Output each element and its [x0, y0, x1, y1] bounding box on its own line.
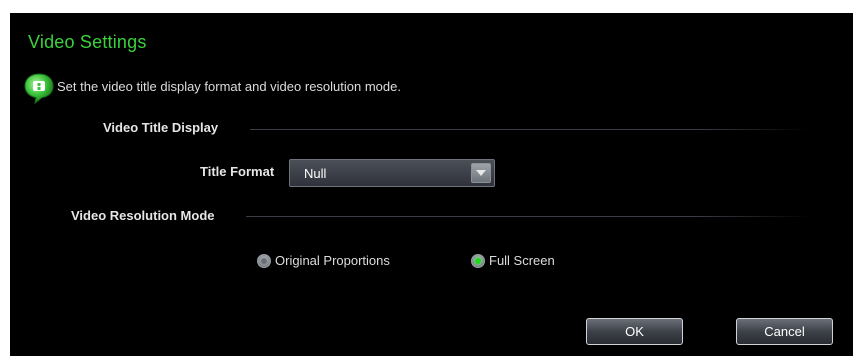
info-text: Set the video title display format and v… — [57, 79, 401, 94]
title-format-label: Title Format — [200, 164, 275, 179]
title-format-select[interactable]: Null — [289, 159, 495, 187]
radio-button[interactable] — [471, 253, 485, 268]
radio-label: Full Screen — [489, 253, 555, 268]
speech-bubble-info-icon — [24, 73, 54, 105]
section-divider — [246, 216, 811, 217]
radio-full-screen[interactable]: Full Screen — [471, 253, 555, 268]
radio-original-proportions[interactable]: Original Proportions — [257, 253, 390, 268]
radio-button[interactable] — [257, 253, 271, 268]
section-divider — [250, 129, 810, 130]
title-format-value: Null — [304, 166, 327, 181]
ok-button[interactable]: OK — [586, 318, 683, 345]
radio-label: Original Proportions — [275, 253, 390, 268]
video-settings-dialog: Video Settings Set the video title displ… — [10, 13, 853, 356]
section-title-video-title-display: Video Title Display — [103, 120, 219, 135]
cancel-button[interactable]: Cancel — [736, 318, 833, 345]
dialog-title: Video Settings — [28, 32, 147, 52]
chevron-down-icon[interactable] — [471, 163, 491, 183]
section-title-video-resolution-mode: Video Resolution Mode — [71, 208, 215, 223]
